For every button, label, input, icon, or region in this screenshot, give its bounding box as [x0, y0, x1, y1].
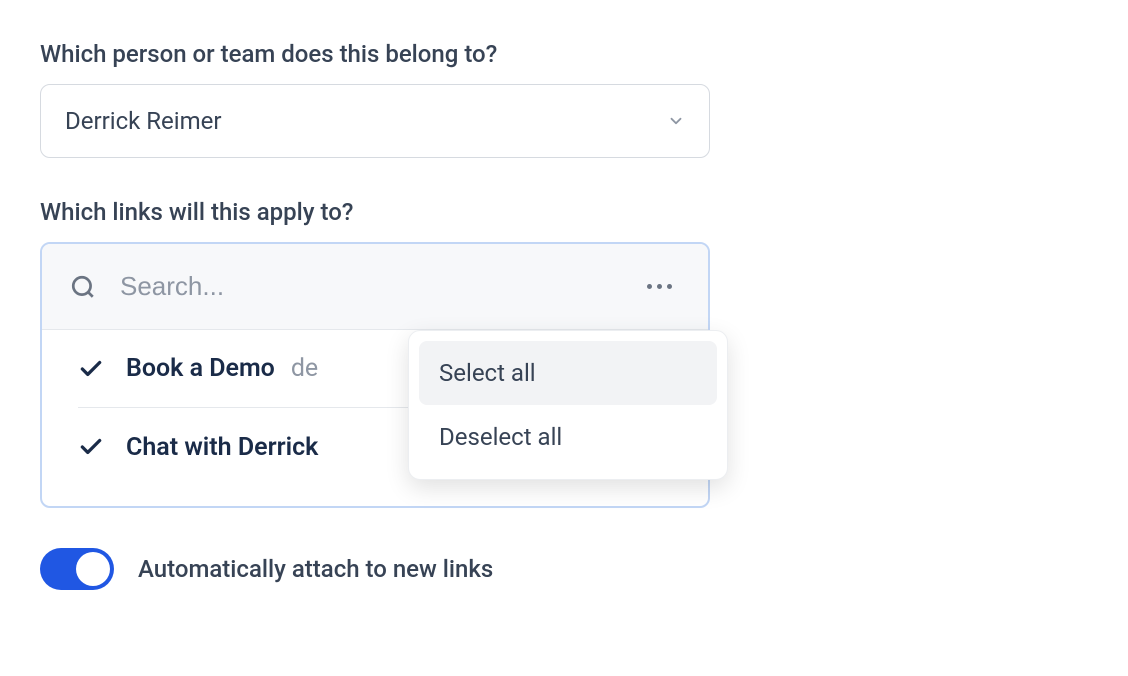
- chevron-down-icon: [667, 112, 685, 130]
- auto-attach-toggle[interactable]: [40, 548, 114, 590]
- check-icon: [78, 356, 104, 382]
- search-input[interactable]: [120, 271, 639, 302]
- auto-attach-label: Automatically attach to new links: [138, 555, 493, 583]
- more-button[interactable]: [639, 276, 680, 297]
- item-title: Book a Demo: [126, 354, 275, 383]
- search-icon: [70, 274, 96, 300]
- select-popover: Select all Deselect all: [408, 330, 728, 480]
- item-subtitle: de: [291, 354, 318, 383]
- check-icon: [78, 434, 104, 460]
- person-label: Which person or team does this belong to…: [40, 40, 1088, 68]
- links-label: Which links will this apply to?: [40, 198, 1088, 226]
- person-select-value: Derrick Reimer: [65, 107, 222, 135]
- person-select[interactable]: Derrick Reimer: [40, 84, 710, 158]
- search-bar: [42, 244, 708, 330]
- links-panel: Book a Demo de Chat with Derrick Select …: [40, 242, 710, 508]
- more-icon: [647, 284, 652, 289]
- select-all-option[interactable]: Select all: [419, 341, 717, 405]
- item-title: Chat with Derrick: [126, 433, 318, 462]
- toggle-knob: [76, 552, 110, 586]
- deselect-all-option[interactable]: Deselect all: [419, 405, 717, 469]
